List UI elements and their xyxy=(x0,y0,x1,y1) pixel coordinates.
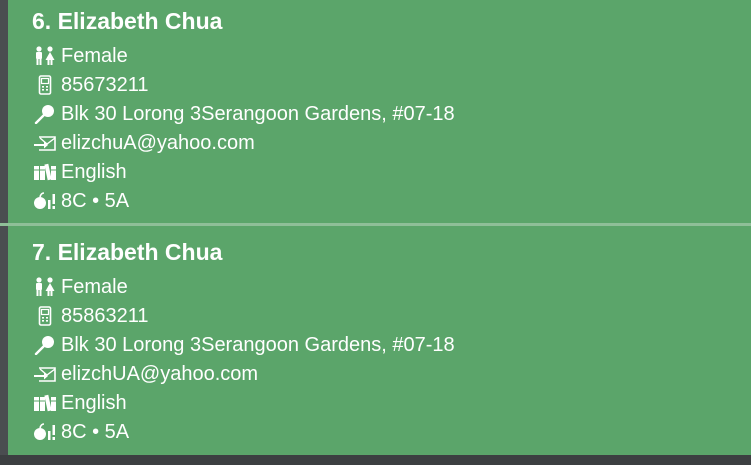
person-card[interactable]: 7. Elizabeth Chua Female 85863211 Blk 30… xyxy=(8,226,751,455)
address-text: Blk 30 Lorong 3Serangoon Gardens, #07-18 xyxy=(61,103,455,125)
books-icon xyxy=(32,392,58,414)
phone-icon xyxy=(32,305,58,327)
language-row: English xyxy=(32,159,127,185)
map-pin-icon xyxy=(32,334,58,356)
person-card[interactable]: 6. Elizabeth Chua Female 85673211 Blk 30… xyxy=(8,0,751,223)
phone-row: 85673211 xyxy=(32,72,149,98)
language-text: English xyxy=(61,392,127,414)
gender-text: Female xyxy=(61,45,128,67)
address-text: Blk 30 Lorong 3Serangoon Gardens, #07-18 xyxy=(61,334,455,356)
gender-icon xyxy=(32,45,58,67)
gender-text: Female xyxy=(61,276,128,298)
grades-text: 8C • 5A xyxy=(61,421,130,443)
grades-icon xyxy=(32,421,58,443)
person-list[interactable]: 6. Elizabeth Chua Female 85673211 Blk 30… xyxy=(0,0,751,465)
list-bottom-border xyxy=(0,455,751,465)
email-row: elizchuA@yahoo.com xyxy=(32,130,255,156)
email-icon xyxy=(32,132,58,154)
person-name: 6. Elizabeth Chua xyxy=(32,8,223,34)
address-row: Blk 30 Lorong 3Serangoon Gardens, #07-18 xyxy=(32,101,455,127)
email-text: elizchUA@yahoo.com xyxy=(61,363,259,385)
list-left-border xyxy=(0,0,8,455)
phone-row: 85863211 xyxy=(32,303,149,329)
phone-text: 85863211 xyxy=(61,305,149,327)
grades-row: 8C • 5A xyxy=(32,188,129,214)
map-pin-icon xyxy=(32,103,58,125)
grades-row: 8C • 5A xyxy=(32,419,129,445)
email-text: elizchuA@yahoo.com xyxy=(61,132,255,154)
grades-text: 8C • 5A xyxy=(61,190,130,212)
address-row: Blk 30 Lorong 3Serangoon Gardens, #07-18 xyxy=(32,332,455,358)
gender-icon xyxy=(32,276,58,298)
email-row: elizchUA@yahoo.com xyxy=(32,361,258,387)
books-icon xyxy=(32,161,58,183)
grades-icon xyxy=(32,190,58,212)
language-text: English xyxy=(61,161,127,183)
phone-text: 85673211 xyxy=(61,74,149,96)
gender-row: Female xyxy=(32,274,128,300)
language-row: English xyxy=(32,390,127,416)
gender-row: Female xyxy=(32,43,128,69)
phone-icon xyxy=(32,74,58,96)
person-name: 7. Elizabeth Chua xyxy=(32,239,223,265)
email-icon xyxy=(32,363,58,385)
